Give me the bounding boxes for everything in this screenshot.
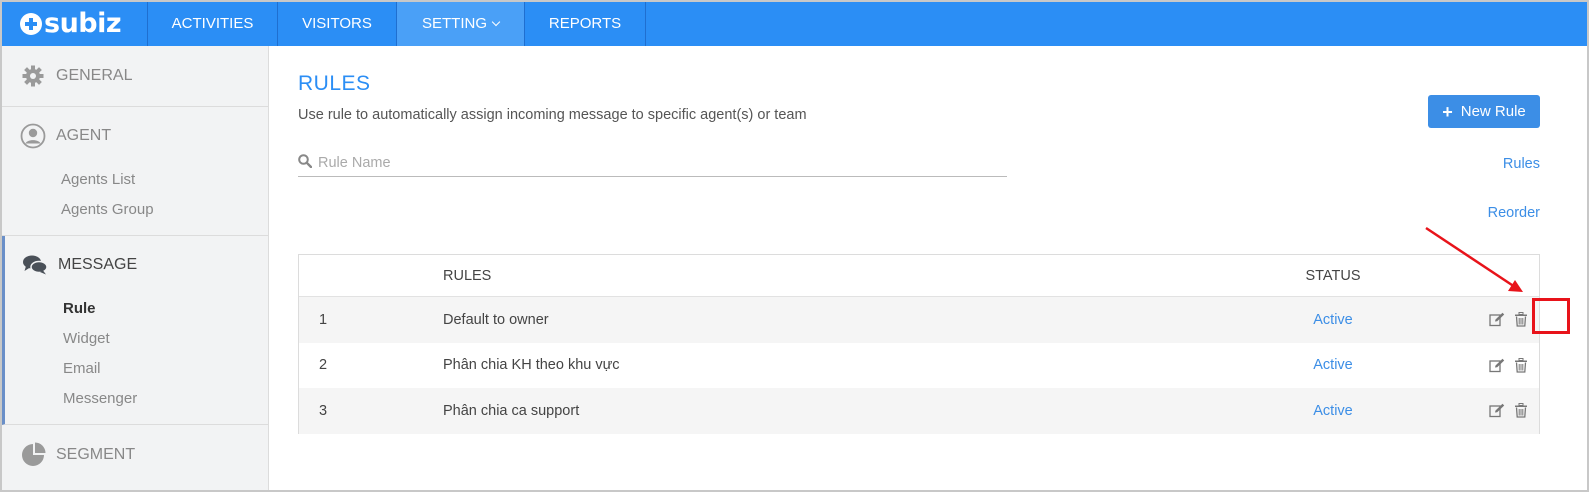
edit-icon[interactable] <box>1489 312 1505 328</box>
logo[interactable]: subiz <box>2 2 148 46</box>
status-link[interactable]: Active <box>1313 403 1353 419</box>
sidebar-general-label: GENERAL <box>56 67 133 84</box>
new-rule-button[interactable]: + New Rule <box>1428 95 1540 128</box>
nav-activities-label: ACTIVITIES <box>171 15 254 32</box>
chevron-down-icon <box>491 17 501 27</box>
sidebar-link-rule[interactable]: Rule <box>5 294 268 324</box>
page-title: RULES <box>298 72 371 95</box>
nav-activities[interactable]: ACTIVITIES <box>148 2 278 46</box>
rule-search-bar <box>298 150 1007 177</box>
table-row[interactable]: 3 Phân chia ca support Active <box>299 388 1539 434</box>
plus-icon: + <box>1442 101 1453 122</box>
row-number: 2 <box>319 357 328 374</box>
reorder-link[interactable]: Reorder <box>1488 205 1540 221</box>
search-icon <box>298 153 313 173</box>
annotation-highlight-box <box>1532 298 1570 334</box>
rule-name: Default to owner <box>443 311 549 328</box>
sidebar-link-agents-list[interactable]: Agents List <box>2 165 268 195</box>
sidebar-item-segment[interactable]: SEGMENT <box>2 425 268 485</box>
trash-icon[interactable] <box>1513 357 1529 373</box>
header-status: STATUS <box>1305 267 1361 284</box>
trash-icon[interactable] <box>1513 312 1529 328</box>
sidebar-agent-label: AGENT <box>56 127 112 144</box>
sidebar-link-messenger[interactable]: Messenger <box>5 384 268 414</box>
sidebar-link-agents-group[interactable]: Agents Group <box>2 195 268 225</box>
chat-icon <box>22 252 48 278</box>
rule-name: Phân chia ca support <box>443 402 580 419</box>
sidebar-item-general[interactable]: GENERAL <box>2 46 268 106</box>
logo-text: subiz <box>44 8 122 39</box>
nav-setting[interactable]: SETTING <box>397 2 525 46</box>
page-description: Use rule to automatically assign incomin… <box>298 107 807 123</box>
nav-visitors-label: VISITORS <box>302 15 372 32</box>
table-row[interactable]: 2 Phân chia KH theo khu vực Active <box>299 343 1539 389</box>
header-rules: RULES <box>443 267 492 284</box>
status-link[interactable]: Active <box>1313 312 1353 328</box>
sidebar-section-segment: SEGMENT <box>2 425 268 485</box>
sidebar-item-message[interactable]: MESSAGE <box>5 236 268 294</box>
pie-chart-icon <box>20 442 46 468</box>
status-link[interactable]: Active <box>1313 357 1353 373</box>
table-row[interactable]: 1 Default to owner Active <box>299 297 1539 343</box>
sidebar-link-widget[interactable]: Widget <box>5 324 268 354</box>
trash-icon[interactable] <box>1513 403 1529 419</box>
nav-reports-label: REPORTS <box>548 15 622 32</box>
sidebar-item-agent[interactable]: AGENT <box>2 107 268 165</box>
rules-link[interactable]: Rules <box>1503 156 1540 172</box>
edit-icon[interactable] <box>1489 357 1505 373</box>
app-window: subiz ACTIVITIES VISITORS SETTING REPORT… <box>0 0 1589 492</box>
sidebar-section-general: GENERAL <box>2 46 268 107</box>
rules-table: RULES STATUS 1 Default to owner Active 2… <box>298 254 1540 434</box>
row-number: 3 <box>319 402 328 419</box>
nav-reports[interactable]: REPORTS <box>525 2 646 46</box>
rule-name-input[interactable] <box>318 155 998 171</box>
main-content: RULES Use rule to automatically assign i… <box>270 46 1587 490</box>
row-number: 1 <box>319 311 328 328</box>
sidebar-section-agent: AGENT Agents List Agents Group <box>2 107 268 236</box>
settings-sidebar: GENERAL AGENT Agents List Agents Group M… <box>2 46 269 490</box>
user-icon <box>20 123 46 149</box>
edit-icon[interactable] <box>1489 403 1505 419</box>
table-header: RULES STATUS <box>299 255 1539 297</box>
nav-visitors[interactable]: VISITORS <box>278 2 397 46</box>
top-navbar: subiz ACTIVITIES VISITORS SETTING REPORT… <box>2 2 1587 46</box>
gear-icon <box>20 63 46 89</box>
nav-setting-label: SETTING <box>421 15 487 32</box>
new-rule-button-label: New Rule <box>1460 103 1526 120</box>
sidebar-message-label: MESSAGE <box>58 256 138 273</box>
logo-plus-icon <box>20 13 42 35</box>
sidebar-segment-label: SEGMENT <box>56 446 136 463</box>
sidebar-section-message: MESSAGE Rule Widget Email Messenger <box>2 236 268 425</box>
sidebar-link-email[interactable]: Email <box>5 354 268 384</box>
rule-name: Phân chia KH theo khu vực <box>443 357 620 374</box>
